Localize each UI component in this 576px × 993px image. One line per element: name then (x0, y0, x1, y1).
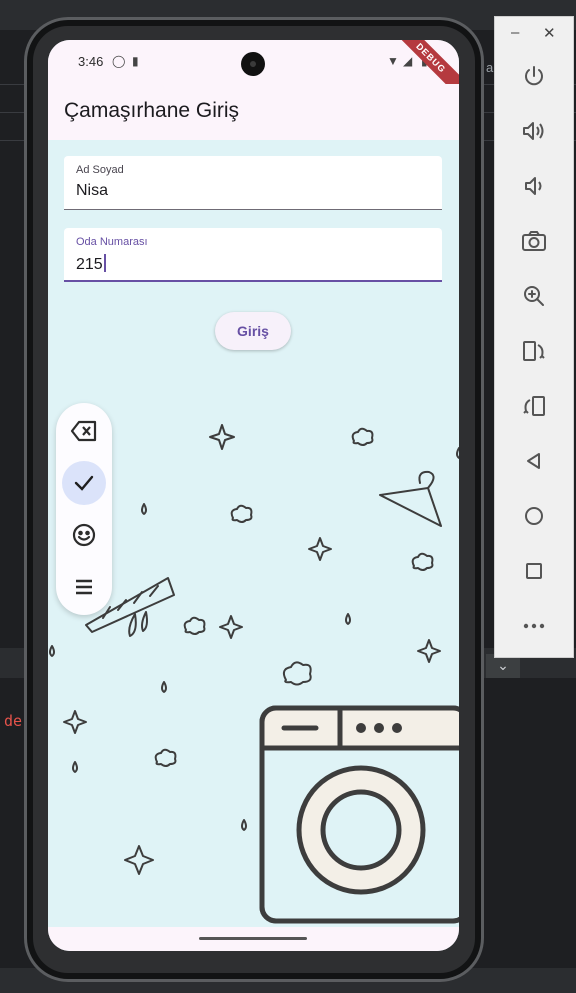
ide-error-text: de (4, 712, 23, 730)
name-underline (64, 209, 442, 210)
status-time: 3:46 (78, 54, 104, 69)
backspace-icon[interactable] (62, 409, 106, 453)
rotate-left-icon[interactable] (515, 332, 553, 370)
more-icon[interactable] (515, 607, 553, 645)
camera-icon[interactable] (515, 222, 553, 260)
overview-icon[interactable] (515, 552, 553, 590)
room-number-label: Oda Numarası (76, 236, 148, 248)
volume-down-icon[interactable] (515, 167, 553, 205)
rotate-right-icon[interactable] (515, 387, 553, 425)
back-icon[interactable] (515, 442, 553, 480)
power-icon[interactable] (515, 57, 553, 95)
wifi-icon: ▼ (387, 54, 399, 68)
check-icon[interactable] (62, 461, 106, 505)
menu-icon[interactable] (62, 565, 106, 609)
page-title: Çamaşırhane Giriş (64, 99, 240, 122)
room-number-value-wrap: 215 (76, 254, 106, 274)
name-label: Ad Soyad (76, 164, 124, 176)
home-handle[interactable] (199, 937, 307, 940)
close-icon[interactable]: ✕ (543, 24, 556, 42)
keyboard-toolbar (56, 403, 112, 615)
sd-card-icon: ▮ (132, 54, 139, 68)
room-number-value: 215 (76, 256, 103, 273)
navigation-bar (48, 927, 459, 951)
login-button[interactable]: Giriş (215, 312, 291, 350)
name-field[interactable]: Ad Soyad Nisa (64, 156, 442, 210)
emulator-control-panel: – ✕ (494, 16, 574, 658)
zoom-icon[interactable] (515, 277, 553, 315)
shield-icon: ◯ (112, 54, 126, 68)
emoji-icon[interactable] (62, 513, 106, 557)
room-number-field[interactable]: Oda Numarası 215 (64, 228, 442, 282)
room-number-underline (64, 280, 442, 282)
app-bar: Çamaşırhane Giriş (48, 84, 459, 140)
minimize-icon[interactable]: – (511, 24, 519, 41)
volume-up-icon[interactable] (515, 112, 553, 150)
ide-text-fragment: a (486, 60, 494, 75)
status-bar: 3:46 ◯ ▮ ▼ ◢ ▮ DEBUG (48, 40, 459, 100)
signal-icon: ◢ (403, 54, 413, 68)
name-value: Nisa (76, 182, 109, 199)
emulator-window-bar: – ✕ (495, 17, 573, 51)
text-caret (103, 254, 106, 272)
home-icon[interactable] (515, 497, 553, 535)
front-camera (241, 52, 265, 76)
